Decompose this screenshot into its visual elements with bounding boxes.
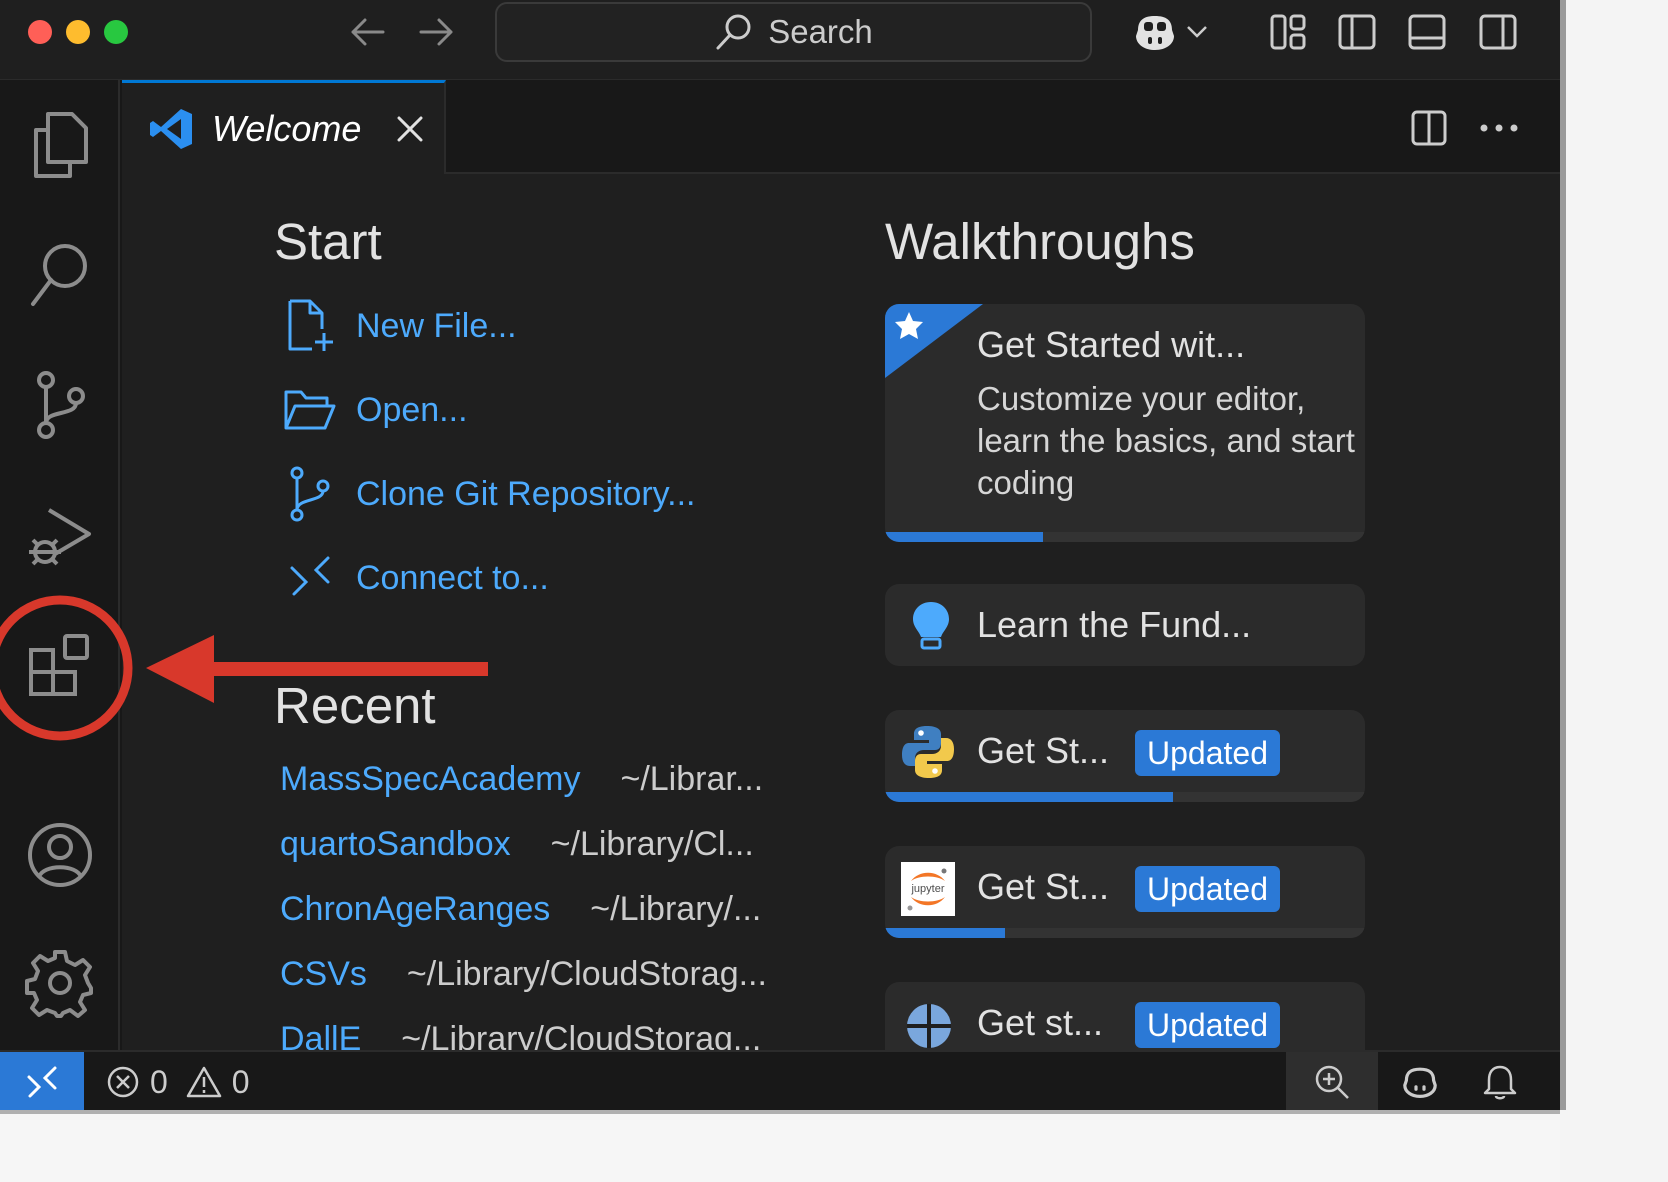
- zoom-button[interactable]: [1286, 1052, 1378, 1110]
- recent-item[interactable]: ChronAgeRanges ~/Library/...: [280, 890, 761, 929]
- more-actions-icon[interactable]: [1474, 104, 1524, 152]
- recent-item[interactable]: CSVs ~/Library/CloudStorag...: [280, 955, 767, 994]
- background-window-bottom: [0, 1110, 1560, 1182]
- recent-item[interactable]: quartoSandbox ~/Library/Cl...: [280, 825, 754, 864]
- vscode-logo-icon: [150, 108, 192, 149]
- jupyter-icon: jupyter: [901, 862, 955, 916]
- remote-icon: [27, 1066, 57, 1098]
- star-icon: [885, 304, 983, 378]
- search-view-icon[interactable]: [0, 220, 120, 330]
- source-control-icon[interactable]: [0, 350, 120, 460]
- start-heading: Start: [274, 213, 382, 270]
- close-window-button[interactable]: [28, 20, 52, 44]
- editor-tab-bar: Welcome: [122, 80, 1560, 174]
- maximize-window-button[interactable]: [104, 20, 128, 44]
- run-and-debug-icon[interactable]: [0, 480, 120, 590]
- walkthroughs-heading: Walkthroughs: [885, 213, 1195, 270]
- walkthrough-progress-bar: [885, 928, 1365, 938]
- recent-item[interactable]: MassSpecAcademy ~/Librar...: [280, 760, 763, 799]
- walkthrough-progress-bar: [885, 532, 1365, 542]
- copilot-icon: [1136, 16, 1174, 50]
- accounts-icon[interactable]: [0, 800, 120, 910]
- extensions-icon[interactable]: [0, 610, 120, 720]
- lightbulb-icon: [913, 602, 949, 650]
- walkthrough-card-get-started-other[interactable]: Get st... Updated: [885, 982, 1365, 1050]
- toggle-panel-icon[interactable]: [1403, 8, 1451, 56]
- toggle-primary-sidebar-icon[interactable]: [1333, 8, 1381, 56]
- split-editor-icon[interactable]: [1404, 104, 1454, 152]
- zoom-in-icon: [1315, 1065, 1349, 1099]
- notifications-bell-icon[interactable]: [1476, 1058, 1524, 1106]
- tab-welcome[interactable]: Welcome: [122, 80, 446, 174]
- forward-arrow-icon[interactable]: [412, 10, 462, 54]
- walkthrough-card-get-started[interactable]: Get Started wit... Customize your editor…: [885, 304, 1365, 542]
- updated-badge: Updated: [1135, 730, 1280, 776]
- search-icon: [716, 14, 751, 50]
- minimize-window-button[interactable]: [66, 20, 90, 44]
- walkthrough-card-jupyter[interactable]: jupyter Get St... Updated: [885, 846, 1365, 938]
- git-branch-icon: [282, 466, 338, 522]
- copilot-status-icon[interactable]: [1396, 1058, 1444, 1106]
- remote-icon: [282, 550, 338, 606]
- remote-indicator-button[interactable]: [0, 1052, 84, 1110]
- manage-gear-icon[interactable]: [0, 928, 120, 1038]
- search-label: Search: [768, 13, 873, 50]
- back-arrow-icon[interactable]: [342, 10, 392, 54]
- recent-heading: Recent: [274, 677, 436, 734]
- error-icon: [107, 1066, 139, 1098]
- updated-badge: Updated: [1135, 866, 1280, 912]
- status-bar: 0 0: [0, 1050, 1560, 1110]
- recent-item[interactable]: DallE ~/Library/CloudStorag...: [280, 1020, 761, 1050]
- folder-open-icon: [282, 382, 338, 438]
- vscode-window: Search Welcome Start New File... Open...…: [0, 0, 1560, 1110]
- tab-title: Welcome: [212, 107, 362, 149]
- globe-icon: [907, 1004, 951, 1048]
- command-center-search[interactable]: Search: [495, 2, 1092, 62]
- warning-icon: [186, 1066, 222, 1098]
- new-file-icon: [282, 298, 338, 354]
- title-bar: Search: [0, 0, 1560, 80]
- walkthrough-card-python[interactable]: Get St... Updated: [885, 710, 1365, 802]
- welcome-page: Start New File... Open... Clone Git Repo…: [122, 174, 1560, 1050]
- toggle-secondary-sidebar-icon[interactable]: [1474, 8, 1522, 56]
- updated-badge: Updated: [1135, 1002, 1280, 1048]
- connect-to-link[interactable]: Connect to...: [282, 550, 549, 606]
- customize-layout-icon[interactable]: [1264, 8, 1312, 56]
- background-window-edge: [1560, 0, 1668, 1182]
- walkthrough-progress-bar: [885, 792, 1365, 802]
- walkthrough-card-learn-fundamentals[interactable]: Learn the Fund...: [885, 584, 1365, 666]
- explorer-icon[interactable]: [0, 90, 120, 200]
- new-file-link[interactable]: New File...: [282, 298, 517, 354]
- copilot-menu-button[interactable]: [1124, 8, 1214, 56]
- problems-indicator[interactable]: 0 0: [106, 1052, 250, 1110]
- open-link[interactable]: Open...: [282, 382, 468, 438]
- error-count: 0: [150, 1063, 168, 1100]
- python-icon: [902, 726, 954, 778]
- warning-count: 0: [231, 1063, 250, 1100]
- close-icon[interactable]: [395, 114, 425, 144]
- chevron-down-icon: [1187, 26, 1207, 38]
- clone-git-repository-link[interactable]: Clone Git Repository...: [282, 466, 696, 522]
- activity-bar: [0, 80, 120, 1050]
